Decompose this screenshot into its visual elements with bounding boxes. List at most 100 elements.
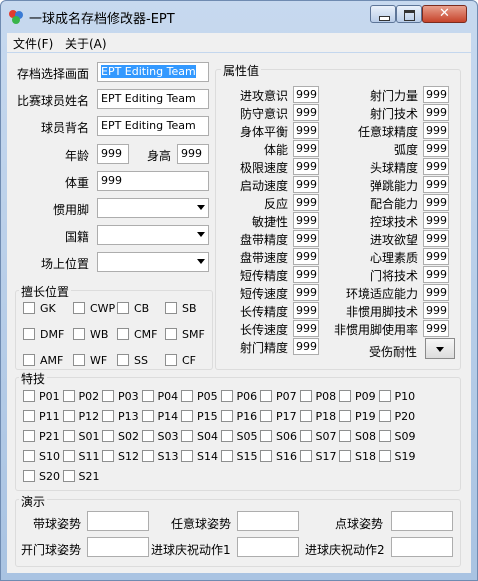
attribute-field[interactable]: 999 bbox=[423, 320, 449, 337]
attribute-field[interactable]: 999 bbox=[293, 86, 319, 103]
injury-select[interactable] bbox=[425, 338, 455, 359]
skill-checkbox[interactable] bbox=[62, 390, 75, 402]
skill-checkbox[interactable] bbox=[220, 430, 233, 442]
attribute-field[interactable]: 999 bbox=[293, 176, 319, 193]
skill-checkbox[interactable] bbox=[299, 430, 312, 442]
attribute-field[interactable]: 999 bbox=[423, 86, 449, 103]
position-checkbox[interactable] bbox=[165, 302, 177, 314]
position-checkbox[interactable] bbox=[23, 328, 35, 340]
position-checkbox[interactable] bbox=[117, 328, 129, 340]
attribute-field[interactable]: 999 bbox=[423, 230, 449, 247]
position-checkbox[interactable] bbox=[23, 302, 35, 314]
freekick-field[interactable] bbox=[237, 511, 299, 531]
attribute-field[interactable]: 999 bbox=[423, 140, 449, 157]
skill-checkbox[interactable] bbox=[141, 390, 154, 402]
position-checkbox[interactable] bbox=[117, 302, 129, 314]
skill-checkbox[interactable] bbox=[260, 390, 272, 402]
skill-checkbox[interactable] bbox=[23, 410, 35, 422]
attribute-field[interactable]: 999 bbox=[293, 302, 319, 319]
skill-checkbox[interactable] bbox=[378, 410, 391, 422]
minimize-button[interactable] bbox=[370, 5, 396, 23]
attribute-field[interactable]: 999 bbox=[423, 194, 449, 211]
age-field[interactable]: 999 bbox=[97, 144, 129, 164]
attribute-field[interactable]: 999 bbox=[293, 158, 319, 175]
skill-checkbox[interactable] bbox=[339, 450, 351, 462]
skill-checkbox[interactable] bbox=[260, 410, 272, 422]
skill-checkbox[interactable] bbox=[62, 470, 75, 482]
skill-checkbox[interactable] bbox=[220, 450, 233, 462]
close-button[interactable]: ✕ bbox=[422, 5, 467, 23]
skill-checkbox[interactable] bbox=[299, 450, 312, 462]
penalty-field[interactable] bbox=[391, 511, 453, 531]
position-select[interactable] bbox=[97, 252, 209, 272]
position-checkbox[interactable] bbox=[23, 354, 35, 366]
celebrate1-field[interactable] bbox=[237, 537, 299, 557]
attribute-field[interactable]: 999 bbox=[293, 230, 319, 247]
attribute-field[interactable]: 999 bbox=[423, 158, 449, 175]
back-name-field[interactable]: EPT Editing Team bbox=[97, 116, 209, 136]
save-select-field[interactable]: EPT Editing Team bbox=[97, 62, 209, 82]
skill-checkbox[interactable] bbox=[62, 410, 75, 422]
kickoff-field[interactable] bbox=[87, 537, 149, 557]
attribute-field[interactable]: 999 bbox=[293, 104, 319, 121]
skill-checkbox[interactable] bbox=[339, 410, 351, 422]
title-bar[interactable]: 一球成名存档修改器-EPT ✕ bbox=[1, 1, 477, 33]
skill-checkbox[interactable] bbox=[260, 450, 272, 462]
skill-checkbox[interactable] bbox=[141, 430, 154, 442]
celebrate2-field[interactable] bbox=[391, 537, 453, 557]
skill-checkbox[interactable] bbox=[23, 430, 35, 442]
skill-checkbox[interactable] bbox=[23, 390, 35, 402]
position-checkbox[interactable] bbox=[165, 328, 177, 340]
skill-checkbox[interactable] bbox=[378, 390, 391, 402]
position-checkbox[interactable] bbox=[117, 354, 129, 366]
attribute-field[interactable]: 999 bbox=[293, 212, 319, 229]
position-checkbox[interactable] bbox=[165, 354, 177, 366]
maximize-button[interactable] bbox=[396, 5, 422, 23]
skill-checkbox[interactable] bbox=[339, 390, 351, 402]
position-checkbox[interactable] bbox=[73, 302, 85, 314]
player-name-field[interactable]: EPT Editing Team bbox=[97, 89, 209, 109]
attribute-field[interactable]: 999 bbox=[423, 284, 449, 301]
skill-checkbox[interactable] bbox=[62, 450, 75, 462]
skill-checkbox[interactable] bbox=[181, 430, 193, 442]
attribute-field[interactable]: 999 bbox=[293, 338, 319, 355]
attribute-field[interactable]: 999 bbox=[293, 266, 319, 283]
skill-checkbox[interactable] bbox=[181, 390, 193, 402]
weight-field[interactable]: 999 bbox=[97, 171, 209, 191]
position-checkbox[interactable] bbox=[73, 354, 85, 366]
height-field[interactable]: 999 bbox=[177, 144, 209, 164]
attribute-field[interactable]: 999 bbox=[423, 104, 449, 121]
attribute-field[interactable]: 999 bbox=[423, 266, 449, 283]
attribute-field[interactable]: 999 bbox=[293, 284, 319, 301]
attribute-field[interactable]: 999 bbox=[293, 140, 319, 157]
attribute-field[interactable]: 999 bbox=[423, 122, 449, 139]
menu-file[interactable]: 文件(F) bbox=[13, 35, 53, 52]
attribute-field[interactable]: 999 bbox=[293, 122, 319, 139]
menu-about[interactable]: 关于(A) bbox=[65, 35, 107, 52]
skill-checkbox[interactable] bbox=[23, 450, 35, 462]
skill-checkbox[interactable] bbox=[299, 410, 312, 422]
skill-checkbox[interactable] bbox=[62, 430, 75, 442]
skill-checkbox[interactable] bbox=[378, 430, 391, 442]
foot-select[interactable] bbox=[97, 198, 209, 218]
attribute-field[interactable]: 999 bbox=[423, 212, 449, 229]
skill-checkbox[interactable] bbox=[102, 390, 114, 402]
dribble-field[interactable] bbox=[87, 511, 149, 531]
skill-checkbox[interactable] bbox=[339, 430, 351, 442]
attribute-field[interactable]: 999 bbox=[293, 320, 319, 337]
skill-checkbox[interactable] bbox=[220, 410, 233, 422]
nation-select[interactable] bbox=[97, 225, 209, 245]
attribute-field[interactable]: 999 bbox=[293, 248, 319, 265]
position-checkbox[interactable] bbox=[73, 328, 85, 340]
skill-checkbox[interactable] bbox=[141, 410, 154, 422]
skill-checkbox[interactable] bbox=[102, 450, 114, 462]
skill-checkbox[interactable] bbox=[299, 390, 312, 402]
skill-checkbox[interactable] bbox=[378, 450, 391, 462]
skill-checkbox[interactable] bbox=[23, 470, 35, 482]
attribute-field[interactable]: 999 bbox=[423, 248, 449, 265]
skill-checkbox[interactable] bbox=[141, 450, 154, 462]
attribute-field[interactable]: 999 bbox=[293, 194, 319, 211]
skill-checkbox[interactable] bbox=[181, 450, 193, 462]
skill-checkbox[interactable] bbox=[220, 390, 233, 402]
skill-checkbox[interactable] bbox=[102, 430, 114, 442]
